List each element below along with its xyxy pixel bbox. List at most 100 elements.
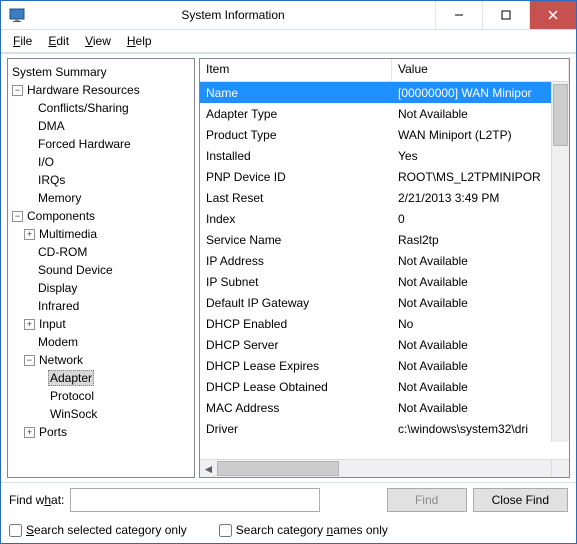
list-row[interactable]: Default IP GatewayNot Available (200, 292, 569, 313)
expand-icon[interactable]: + (24, 319, 35, 330)
search-category-names-checkbox[interactable]: Search category names only (219, 523, 388, 537)
list-row[interactable]: Name[00000000] WAN Minipor (200, 82, 569, 103)
minimize-button[interactable] (435, 1, 482, 29)
content-area: System Summary −Hardware Resources Confl… (1, 53, 576, 482)
collapse-icon[interactable]: − (24, 355, 35, 366)
checkbox-input[interactable] (219, 524, 232, 537)
cell-value: Not Available (392, 275, 569, 289)
list-row[interactable]: IP AddressNot Available (200, 250, 569, 271)
tree-node-conflicts[interactable]: Conflicts/Sharing (10, 99, 192, 117)
cell-item: Last Reset (200, 191, 392, 205)
cell-item: Default IP Gateway (200, 296, 392, 310)
title-bar[interactable]: System Information (1, 1, 576, 30)
app-icon (9, 7, 25, 23)
list-row[interactable]: Adapter TypeNot Available (200, 103, 569, 124)
list-row[interactable]: Service NameRasl2tp (200, 229, 569, 250)
tree-node-components[interactable]: −Components (10, 207, 192, 225)
menu-help[interactable]: Help (121, 32, 158, 50)
tree-node-dma[interactable]: DMA (10, 117, 192, 135)
menu-edit[interactable]: Edit (42, 32, 75, 50)
list-row[interactable]: DHCP Lease ObtainedNot Available (200, 376, 569, 397)
list-row[interactable]: DHCP Lease ExpiresNot Available (200, 355, 569, 376)
scrollbar-thumb[interactable] (553, 84, 568, 146)
maximize-icon (501, 10, 511, 20)
cell-item: IP Address (200, 254, 392, 268)
cell-item: MAC Address (200, 401, 392, 415)
cell-value: Yes (392, 149, 569, 163)
menu-bar: File Edit View Help (1, 30, 576, 53)
tree-node-input[interactable]: +Input (10, 315, 192, 333)
tree-node-sound-device[interactable]: Sound Device (10, 261, 192, 279)
maximize-button[interactable] (482, 1, 529, 29)
tree-node-hardware-resources[interactable]: −Hardware Resources (10, 81, 192, 99)
cell-item: Installed (200, 149, 392, 163)
scrollbar-thumb[interactable] (217, 461, 339, 476)
column-header-item[interactable]: Item (200, 59, 392, 81)
list-row[interactable]: DHCP EnabledNo (200, 313, 569, 334)
tree-node-ports[interactable]: +Ports (10, 423, 192, 441)
tree-node-forced-hardware[interactable]: Forced Hardware (10, 135, 192, 153)
system-information-window: System Information File Edit View Help S… (0, 0, 577, 544)
vertical-scrollbar[interactable] (551, 82, 569, 442)
list-body[interactable]: Name[00000000] WAN MiniporAdapter TypeNo… (200, 82, 569, 459)
menu-file[interactable]: File (7, 32, 38, 50)
close-icon (548, 10, 558, 20)
details-list: Item Value Name[00000000] WAN MiniporAda… (199, 58, 570, 478)
tree-node-display[interactable]: Display (10, 279, 192, 297)
tree-node-multimedia[interactable]: +Multimedia (10, 225, 192, 243)
navigation-tree[interactable]: System Summary −Hardware Resources Confl… (7, 58, 195, 478)
list-row[interactable]: Product TypeWAN Miniport (L2TP) (200, 124, 569, 145)
collapse-icon[interactable]: − (12, 85, 23, 96)
horizontal-scrollbar[interactable]: ◄ ► (200, 459, 569, 477)
find-button[interactable]: Find (387, 488, 467, 512)
column-header-value[interactable]: Value (392, 59, 569, 81)
find-bar: Find what: Find Close Find (1, 482, 576, 517)
cell-value: Not Available (392, 338, 569, 352)
tree-node-memory[interactable]: Memory (10, 189, 192, 207)
cell-value: Not Available (392, 107, 569, 121)
list-row[interactable]: InstalledYes (200, 145, 569, 166)
list-row[interactable]: DHCP ServerNot Available (200, 334, 569, 355)
expand-icon[interactable]: + (24, 427, 35, 438)
cell-value: 0 (392, 212, 569, 226)
tree-node-network[interactable]: −Network (10, 351, 192, 369)
collapse-icon[interactable]: − (12, 211, 23, 222)
cell-item: DHCP Lease Obtained (200, 380, 392, 394)
menu-view[interactable]: View (79, 32, 117, 50)
search-selected-category-checkbox[interactable]: Search selected category only (9, 523, 187, 537)
cell-value: 2/21/2013 3:49 PM (392, 191, 569, 205)
tree-node-infrared[interactable]: Infrared (10, 297, 192, 315)
cell-value: No (392, 317, 569, 331)
list-row[interactable]: Index0 (200, 208, 569, 229)
expand-icon[interactable]: + (24, 229, 35, 240)
cell-item: DHCP Enabled (200, 317, 392, 331)
cell-item: PNP Device ID (200, 170, 392, 184)
list-row[interactable]: IP SubnetNot Available (200, 271, 569, 292)
close-button[interactable] (529, 1, 576, 29)
cell-item: Name (200, 86, 392, 100)
tree-node-system-summary[interactable]: System Summary (10, 63, 192, 81)
find-input[interactable] (70, 488, 320, 512)
close-find-button[interactable]: Close Find (473, 488, 568, 512)
cell-value: Rasl2tp (392, 233, 569, 247)
scroll-left-icon[interactable]: ◄ (200, 460, 217, 477)
list-row[interactable]: Last Reset2/21/2013 3:49 PM (200, 187, 569, 208)
cell-item: IP Subnet (200, 275, 392, 289)
list-row[interactable]: Driverc:\windows\system32\dri (200, 418, 569, 439)
cell-item: DHCP Server (200, 338, 392, 352)
tree-node-cdrom[interactable]: CD-ROM (10, 243, 192, 261)
tree-node-modem[interactable]: Modem (10, 333, 192, 351)
find-options: Search selected category only Search cat… (1, 517, 576, 543)
cell-value: c:\windows\system32\dri (392, 422, 569, 436)
tree-node-irqs[interactable]: IRQs (10, 171, 192, 189)
tree-node-io[interactable]: I/O (10, 153, 192, 171)
tree-node-protocol[interactable]: Protocol (10, 387, 192, 405)
list-row[interactable]: MAC AddressNot Available (200, 397, 569, 418)
cell-item: Product Type (200, 128, 392, 142)
checkbox-input[interactable] (9, 524, 22, 537)
tree-node-adapter[interactable]: Adapter (10, 369, 192, 387)
list-row[interactable]: PNP Device IDROOT\MS_L2TPMINIPOR (200, 166, 569, 187)
tree-node-winsock[interactable]: WinSock (10, 405, 192, 423)
scrollbar-track[interactable] (217, 460, 552, 477)
cell-item: Adapter Type (200, 107, 392, 121)
